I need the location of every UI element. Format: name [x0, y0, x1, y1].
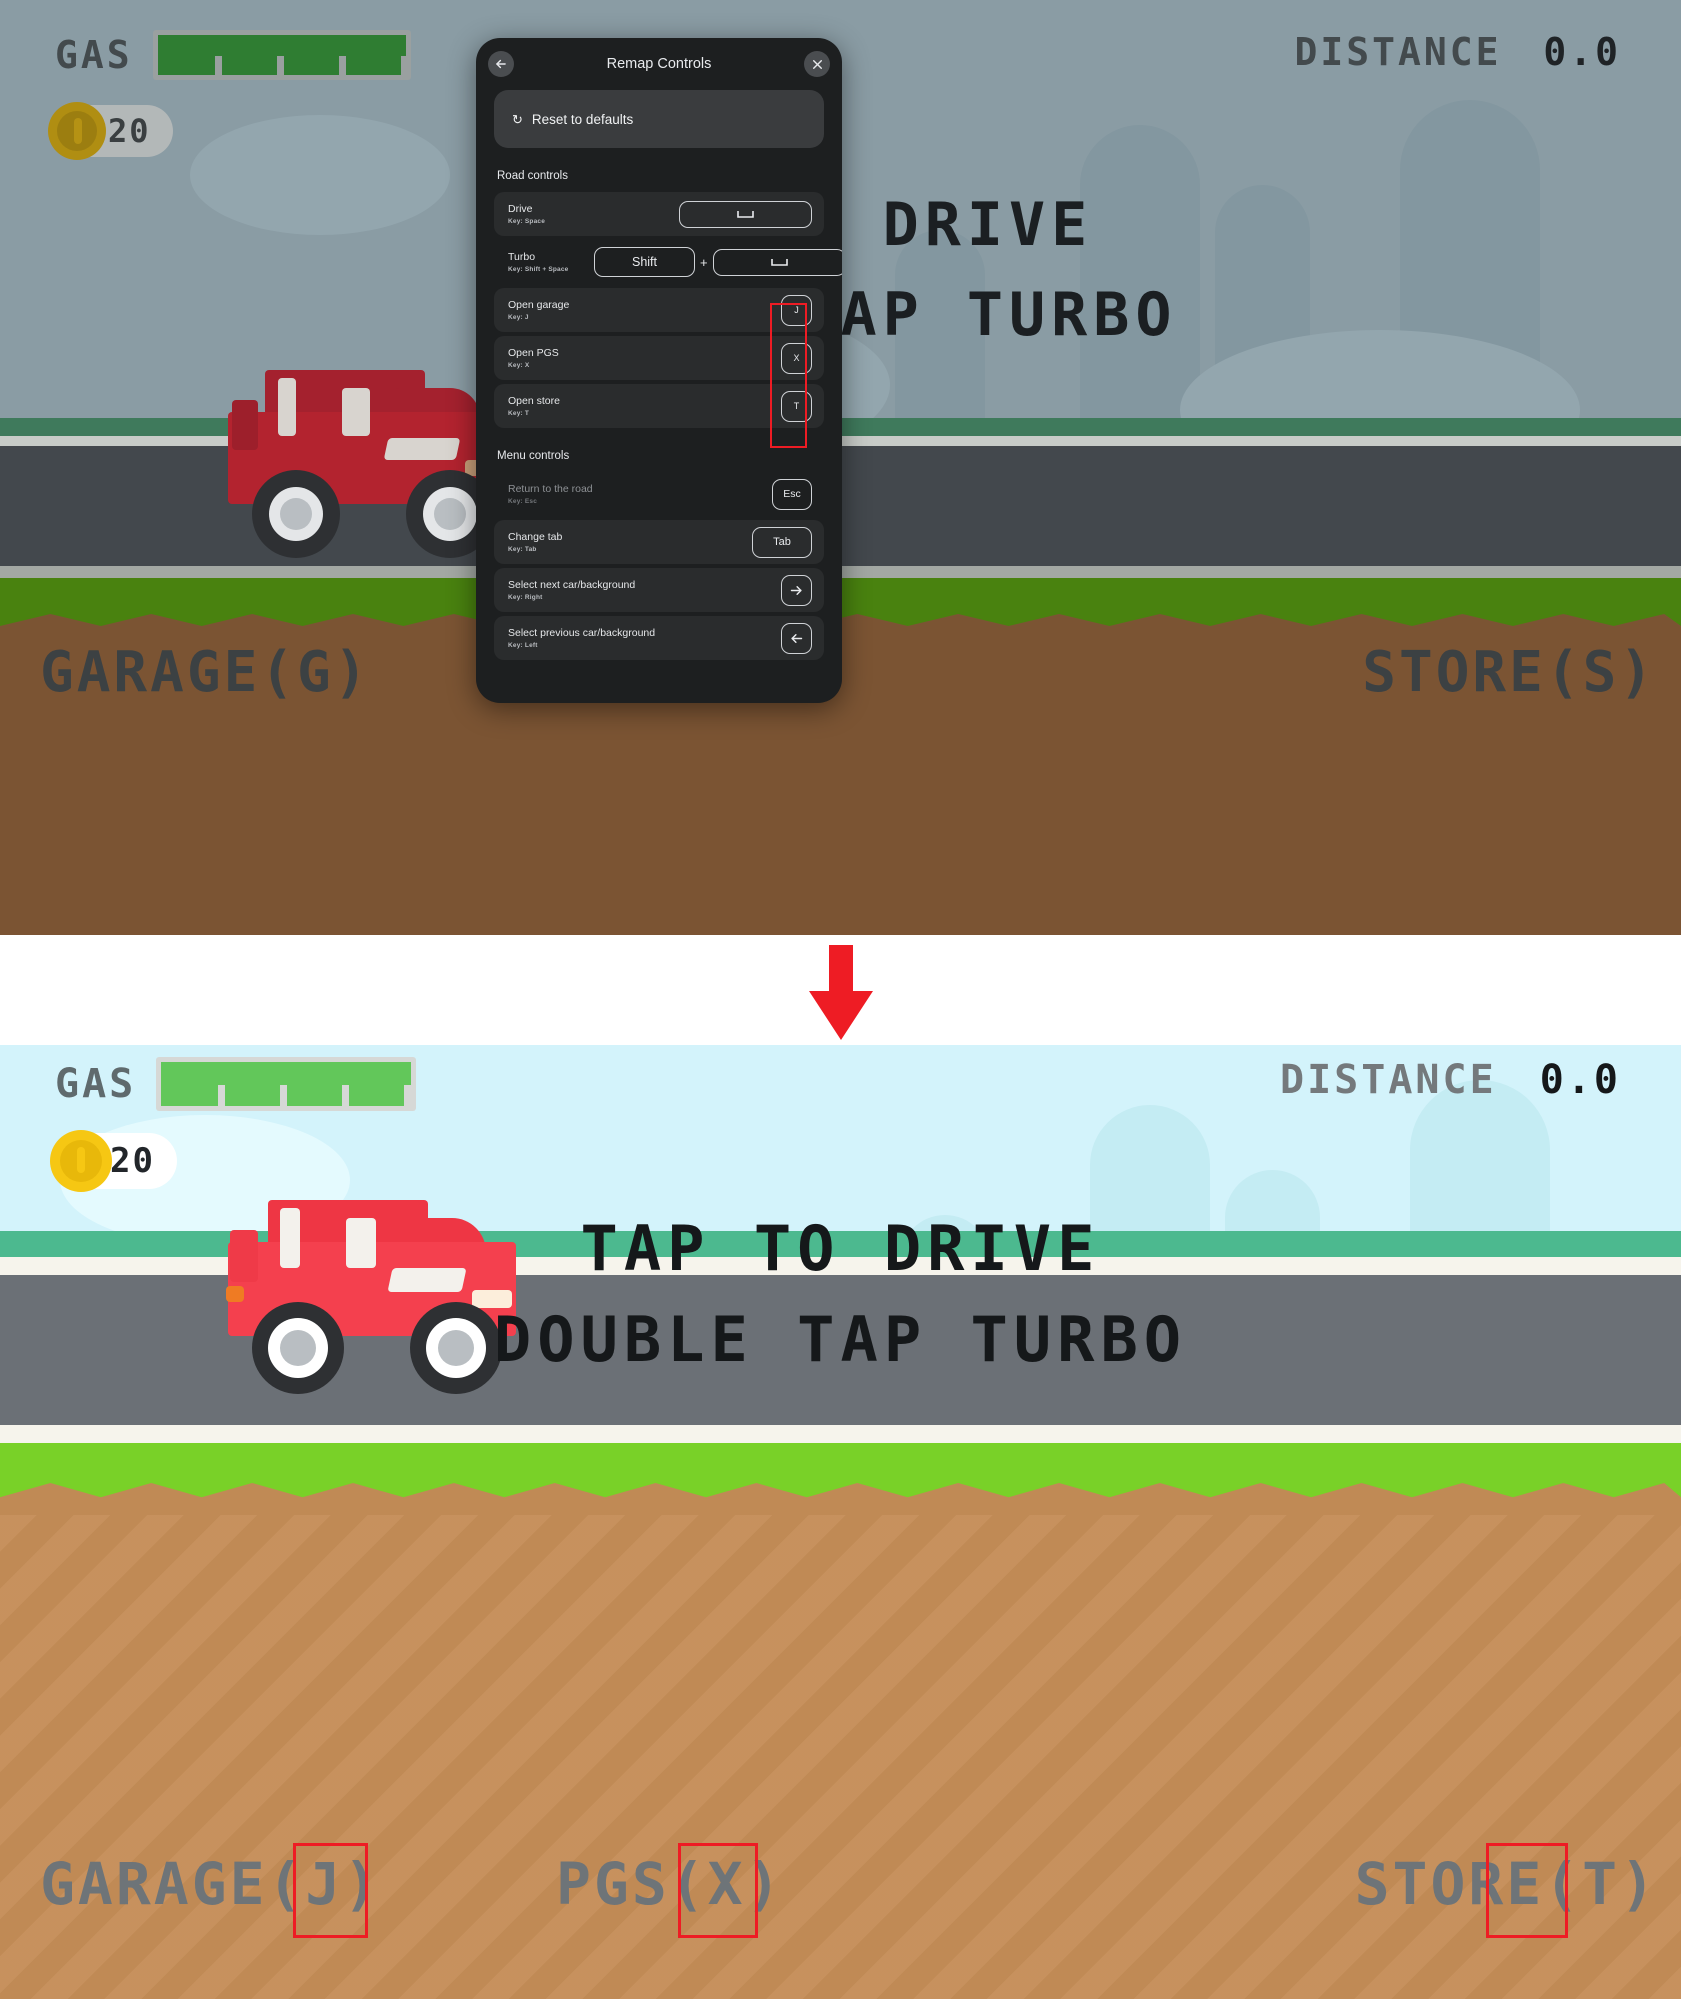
reset-icon: ↻ [512, 111, 523, 127]
keycap-x[interactable]: X [781, 342, 812, 374]
section-title-road: Road controls [497, 170, 568, 182]
control-row-drive[interactable]: Drive Key: Space [494, 192, 824, 236]
distance-readout-after: DISTANCE 0.0 [1280, 1057, 1621, 1103]
control-key-text: Key: T [508, 409, 530, 417]
arrow-left-icon [496, 59, 506, 69]
reset-to-defaults-button[interactable]: ↻ Reset to defaults [494, 90, 824, 148]
screenshot-root: GAS 20 DISTANCE 0.0 TAP TO DRIVE DOUBLE … [0, 0, 1681, 1999]
modal-header: Remap Controls [476, 38, 842, 90]
keycap-tab[interactable]: Tab [752, 526, 812, 558]
distance-readout: DISTANCE 0.0 [1294, 30, 1621, 74]
modal-title: Remap Controls [606, 56, 712, 72]
coin-counter-after: 20 [50, 1130, 177, 1192]
section-title-menu: Menu controls [497, 450, 570, 462]
control-label: Turbo [508, 251, 536, 264]
keycap-j[interactable]: J [781, 294, 812, 326]
control-row-return-to-road[interactable]: Return to the road Key: Esc Esc [494, 472, 824, 516]
double-tap-turbo-text: DOUBLE TAP TURBO [493, 1303, 1188, 1376]
control-label: Open PGS [508, 347, 559, 360]
game-screen-after: GAS 20 DISTANCE 0.0 TAP TO DRIVE DOUBLE … [0, 1045, 1681, 1999]
key-combo-plus: + [700, 254, 708, 270]
nav-garage-before[interactable]: GARAGE(G) [40, 640, 370, 705]
gas-bar [156, 1057, 417, 1111]
control-key-text: Key: Right [508, 593, 543, 601]
keycap-arrow-left[interactable] [781, 622, 812, 654]
control-label: Return to the road [508, 483, 593, 496]
close-icon [812, 59, 822, 69]
control-label: Change tab [508, 531, 563, 544]
space-bar-icon [737, 210, 754, 218]
control-label: Open garage [508, 299, 570, 312]
control-label: Select previous car/background [508, 627, 656, 640]
gas-label: GAS [55, 1061, 137, 1107]
arrow-left-icon [791, 633, 803, 643]
coin-icon [48, 102, 106, 160]
gas-meter-group: GAS [55, 30, 411, 80]
control-label: Open store [508, 395, 560, 408]
distance-value: 0.0 [1539, 1057, 1621, 1103]
control-row-change-tab[interactable]: Change tab Key: Tab Tab [494, 520, 824, 564]
distance-label: DISTANCE [1294, 30, 1502, 74]
coin-icon [50, 1130, 112, 1192]
control-key-text: Key: Esc [508, 497, 538, 505]
keycap-arrow-right[interactable] [781, 574, 812, 606]
dirt-texture [0, 1515, 1681, 1999]
control-label: Drive [508, 203, 533, 216]
road-edge-line-bottom [0, 1425, 1681, 1443]
coin-counter: 20 [48, 102, 173, 160]
control-key-text: Key: X [508, 361, 530, 369]
back-button[interactable] [488, 51, 514, 77]
reset-to-defaults-label: Reset to defaults [531, 111, 634, 127]
control-row-open-store[interactable]: Open store Key: T T [494, 384, 824, 428]
control-row-turbo[interactable]: Turbo Key: Shift + Space Shift + [494, 240, 842, 284]
nav-store-before[interactable]: STORE(S) [1362, 640, 1656, 705]
down-arrow-icon [809, 945, 873, 1040]
nav-pgs-key-highlight [678, 1843, 758, 1938]
control-label: Select next car/background [508, 579, 636, 592]
tap-to-drive-text: TAP TO DRIVE [580, 1212, 1101, 1285]
control-key-text: Key: Left [508, 641, 538, 649]
distance-label: DISTANCE [1280, 1057, 1497, 1103]
game-screen-before: GAS 20 DISTANCE 0.0 TAP TO DRIVE DOUBLE … [0, 0, 1681, 935]
nav-store-key-highlight [1486, 1843, 1568, 1938]
distance-value: 0.0 [1543, 30, 1621, 74]
control-row-select-next[interactable]: Select next car/background Key: Right [494, 568, 824, 612]
arrow-right-icon [790, 585, 802, 595]
control-row-open-garage[interactable]: Open garage Key: J J [494, 288, 824, 332]
control-row-select-previous[interactable]: Select previous car/background Key: Left [494, 616, 824, 660]
remap-controls-modal: Remap Controls ↻ Reset to defaults Road … [476, 38, 842, 703]
control-key-text: Key: J [508, 313, 529, 321]
flow-arrow [805, 945, 877, 1045]
modal-body: ↻ Reset to defaults Road controls Drive … [476, 90, 842, 703]
coin-value: 20 [110, 1141, 155, 1181]
gas-bar [152, 30, 411, 80]
control-key-text: Key: Shift + Space [508, 265, 569, 273]
close-button[interactable] [804, 51, 830, 77]
control-row-open-pgs[interactable]: Open PGS Key: X X [494, 336, 824, 380]
control-key-text: Key: Tab [508, 545, 537, 553]
keycap-space[interactable] [712, 248, 842, 276]
nav-garage-key-highlight [293, 1843, 368, 1938]
keycap-space[interactable] [679, 200, 812, 228]
keycap-esc[interactable]: Esc [772, 478, 812, 510]
space-bar-icon [770, 258, 788, 266]
gas-label: GAS [55, 33, 133, 77]
keycap-shift[interactable]: Shift [594, 247, 695, 277]
gas-meter-group-after: GAS [55, 1057, 417, 1111]
coin-value: 20 [108, 112, 151, 150]
control-key-text: Key: Space [508, 217, 546, 225]
keycap-t[interactable]: T [781, 390, 812, 422]
